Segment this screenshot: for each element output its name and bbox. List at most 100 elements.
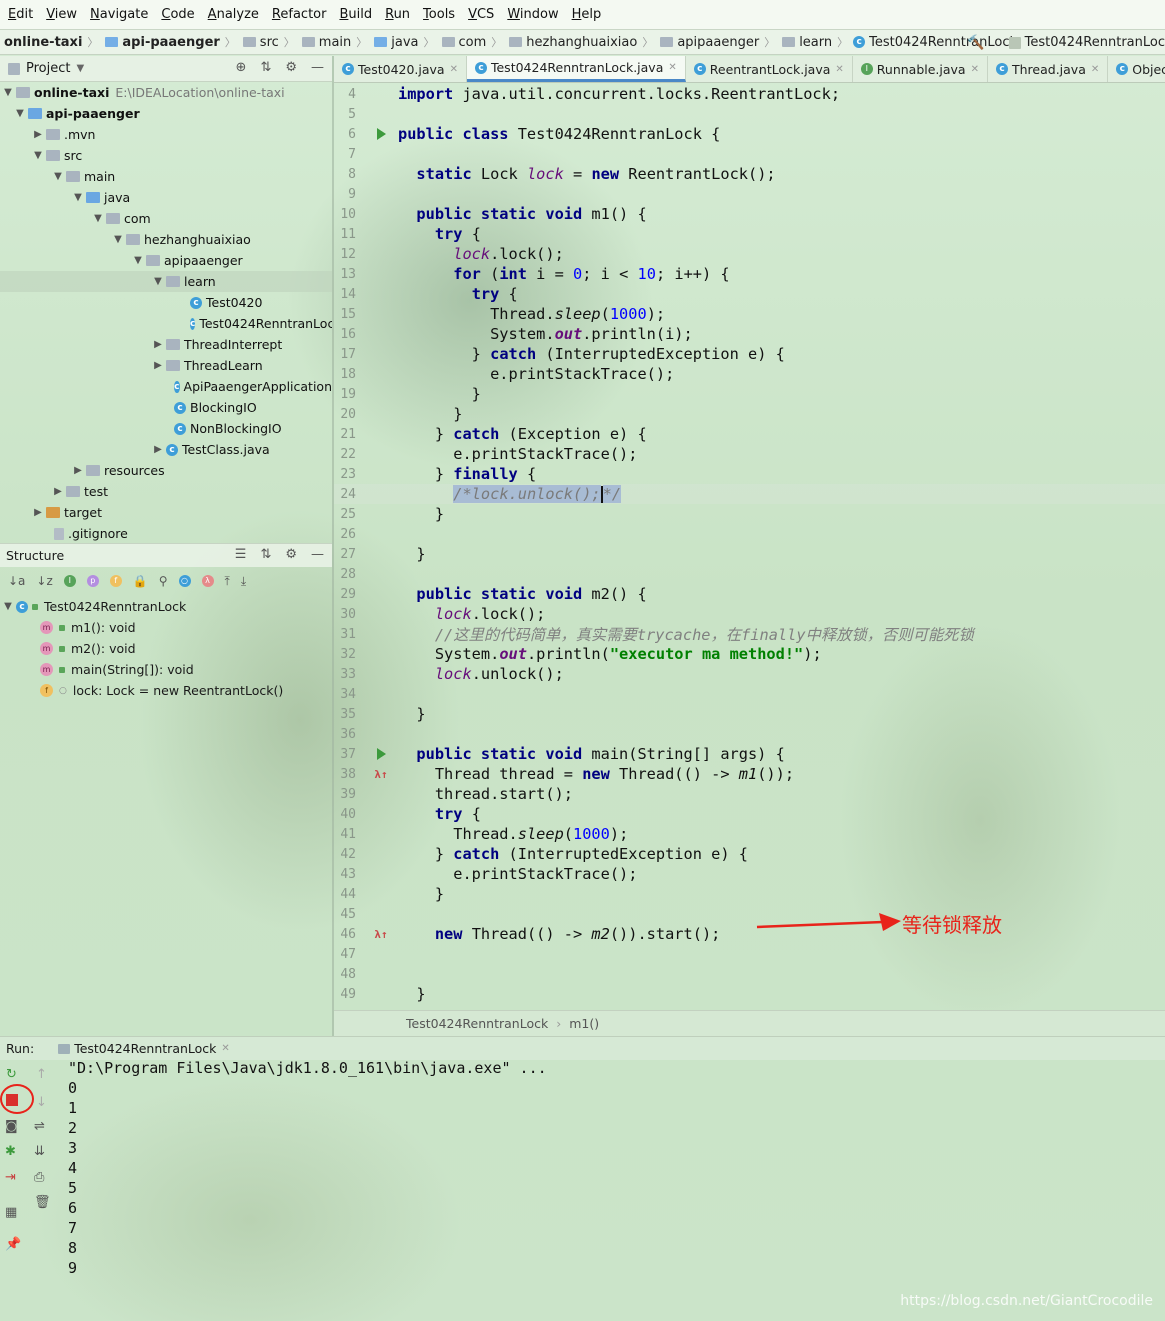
structure-class[interactable]: ▼ c Test0424RenntranLock bbox=[0, 596, 332, 617]
crumb-hezhanghuaixiao[interactable]: hezhanghuaixiao bbox=[507, 35, 637, 50]
menu-tools[interactable]: Tools bbox=[423, 7, 455, 22]
crumb-module[interactable]: api-paaenger bbox=[103, 35, 220, 50]
menu-navigate[interactable]: Navigate bbox=[90, 7, 148, 22]
menu-window[interactable]: Window bbox=[507, 7, 558, 22]
tree-item[interactable]: ▶ .mvn bbox=[0, 124, 332, 145]
chevron-down-icon[interactable]: ▼ bbox=[150, 276, 166, 287]
tab-thread[interactable]: c Thread.java ✕ bbox=[988, 56, 1109, 82]
run-configuration-select[interactable]: Test0424RenntranLoc bbox=[1007, 35, 1165, 50]
gear-icon[interactable]: ⚙ bbox=[285, 547, 297, 562]
structure-member[interactable]: m m2(): void bbox=[0, 638, 332, 659]
chevron-down-icon[interactable]: ▼ bbox=[110, 234, 126, 245]
tab-test0424renntranlock[interactable]: c Test0424RenntranLock.java ✕ bbox=[466, 56, 686, 82]
chevron-down-icon[interactable]: ▼ bbox=[30, 150, 46, 161]
gear-icon[interactable]: ⚙ bbox=[285, 60, 297, 75]
close-icon[interactable]: ✕ bbox=[450, 64, 458, 75]
show-fields-icon[interactable]: f bbox=[109, 575, 122, 587]
chevron-right-icon[interactable]: ▶ bbox=[30, 507, 46, 518]
close-icon[interactable]: ✕ bbox=[221, 1043, 229, 1054]
show-inherited-icon[interactable]: I bbox=[63, 575, 76, 587]
console-output[interactable]: "D:\Program Files\Java\jdk1.8.0_161\bin\… bbox=[68, 1058, 1158, 1288]
camera-icon[interactable]: ◙ bbox=[5, 1119, 18, 1134]
exit-icon[interactable]: ⇥ bbox=[5, 1170, 16, 1185]
hide-icon[interactable]: — bbox=[311, 60, 324, 75]
chevron-down-icon[interactable]: ▼ bbox=[76, 63, 84, 74]
chevron-down-icon[interactable]: ▼ bbox=[0, 601, 16, 612]
menu-vcs[interactable]: VCS bbox=[468, 7, 494, 22]
crumb-src[interactable]: src bbox=[241, 35, 279, 50]
menu-code[interactable]: Code bbox=[161, 7, 194, 22]
tree-item[interactable]: ▶ c TestClass.java bbox=[0, 439, 332, 460]
tab-test0420[interactable]: c Test0420.java ✕ bbox=[334, 56, 467, 82]
tab-reentrantlock[interactable]: c ReentrantLock.java ✕ bbox=[686, 56, 853, 82]
up-icon[interactable]: ↑ bbox=[36, 1067, 47, 1082]
structure-member[interactable]: m main(String[]): void bbox=[0, 659, 332, 680]
tree-item[interactable]: c ApiPaaengerApplication bbox=[0, 376, 332, 397]
close-icon[interactable]: ✕ bbox=[1091, 64, 1099, 75]
lambda-gutter-icon[interactable]: λ↑ bbox=[374, 768, 387, 781]
autoscroll-to-source-icon[interactable]: ⤒ bbox=[225, 574, 230, 589]
tree-item[interactable]: c Test0420 bbox=[0, 292, 332, 313]
tree-item[interactable]: ▼ main bbox=[0, 166, 332, 187]
tree-item[interactable]: ▼ com bbox=[0, 208, 332, 229]
close-icon[interactable]: ✕ bbox=[668, 62, 676, 73]
menu-analyze[interactable]: Analyze bbox=[208, 7, 259, 22]
sort-alpha-icon[interactable]: ↓a bbox=[8, 574, 25, 588]
menu-help[interactable]: Help bbox=[572, 7, 602, 22]
build-hammer-icon[interactable]: 🔨 bbox=[967, 35, 984, 51]
scroll-to-end-icon[interactable]: ⇊ bbox=[34, 1144, 45, 1159]
tree-item[interactable]: ▶ ThreadLearn bbox=[0, 355, 332, 376]
show-properties-icon[interactable]: p bbox=[86, 575, 99, 587]
soft-wrap-icon[interactable]: ⇌ bbox=[34, 1119, 45, 1134]
lock-icon[interactable]: 🔒 bbox=[133, 574, 148, 588]
structure-member[interactable]: m m1(): void bbox=[0, 617, 332, 638]
autoscroll-from-source-icon[interactable]: ⤓ bbox=[241, 574, 246, 589]
close-icon[interactable]: ✕ bbox=[971, 64, 979, 75]
filter-icon[interactable]: ⚲ bbox=[159, 574, 168, 588]
close-icon[interactable]: ✕ bbox=[835, 64, 843, 75]
tree-item[interactable]: ▶ target bbox=[0, 502, 332, 523]
chevron-down-icon[interactable]: ▼ bbox=[130, 255, 146, 266]
chevron-down-icon[interactable]: ▼ bbox=[12, 108, 28, 119]
tree-item[interactable]: ▼ java bbox=[0, 187, 332, 208]
tree-item[interactable]: c Test0424RenntranLoc bbox=[0, 313, 332, 334]
chevron-right-icon[interactable]: ▶ bbox=[30, 129, 46, 140]
tree-item[interactable]: .gitignore bbox=[0, 523, 332, 542]
editor-crumb-class[interactable]: Test0424RenntranLock bbox=[406, 1016, 548, 1031]
chevron-down-icon[interactable]: ▼ bbox=[90, 213, 106, 224]
editor-crumb-method[interactable]: m1() bbox=[569, 1016, 599, 1031]
trash-icon[interactable]: 🗑 bbox=[34, 1195, 51, 1210]
run-tab[interactable]: Test0424RenntranLock ✕ bbox=[58, 1041, 230, 1056]
lambda-icon[interactable]: λ bbox=[201, 575, 214, 587]
tree-item[interactable]: c NonBlockingIO bbox=[0, 418, 332, 439]
tab-object[interactable]: cObject.java✕ bbox=[1108, 56, 1165, 82]
tree-item[interactable]: ▼ learn bbox=[0, 271, 332, 292]
menu-edit[interactable]: Edit bbox=[8, 7, 33, 22]
crumb-learn[interactable]: learn bbox=[780, 35, 832, 50]
tree-item[interactable]: ▶ resources bbox=[0, 460, 332, 481]
tree-item[interactable]: ▶ test bbox=[0, 481, 332, 502]
menu-run[interactable]: Run bbox=[385, 7, 410, 22]
chevron-right-icon[interactable]: ▶ bbox=[50, 486, 66, 497]
run-gutter-icon[interactable] bbox=[376, 748, 386, 760]
tree-item[interactable]: ▼ src bbox=[0, 145, 332, 166]
chevron-right-icon[interactable]: ▶ bbox=[150, 360, 166, 371]
menu-view[interactable]: View bbox=[46, 7, 77, 22]
menu-refactor[interactable]: Refactor bbox=[272, 7, 327, 22]
tab-runnable[interactable]: I Runnable.java ✕ bbox=[853, 56, 988, 82]
chevron-right-icon[interactable]: ▶ bbox=[70, 465, 86, 476]
chevron-right-icon[interactable]: ▶ bbox=[150, 339, 166, 350]
locate-icon[interactable]: ⊕ bbox=[236, 60, 247, 75]
sort-visibility-icon[interactable]: ↓z bbox=[36, 574, 52, 588]
chevron-down-icon[interactable]: ▼ bbox=[70, 192, 86, 203]
tree-item[interactable]: ▼ apipaaenger bbox=[0, 250, 332, 271]
print-icon[interactable]: ⎙ bbox=[34, 1170, 44, 1185]
tree-item[interactable]: ▼ hezhanghuaixiao bbox=[0, 229, 332, 250]
tree-item[interactable]: ▶ ThreadInterrept bbox=[0, 334, 332, 355]
chevron-down-icon[interactable]: ▼ bbox=[0, 87, 16, 98]
crumb-com[interactable]: com bbox=[440, 35, 486, 50]
lambda-gutter-icon[interactable]: λ↑ bbox=[374, 928, 387, 941]
collapse-icon[interactable]: ⇅ bbox=[260, 547, 271, 562]
rerun-icon[interactable]: ↻ bbox=[6, 1067, 17, 1082]
menu-build[interactable]: Build bbox=[339, 7, 372, 22]
